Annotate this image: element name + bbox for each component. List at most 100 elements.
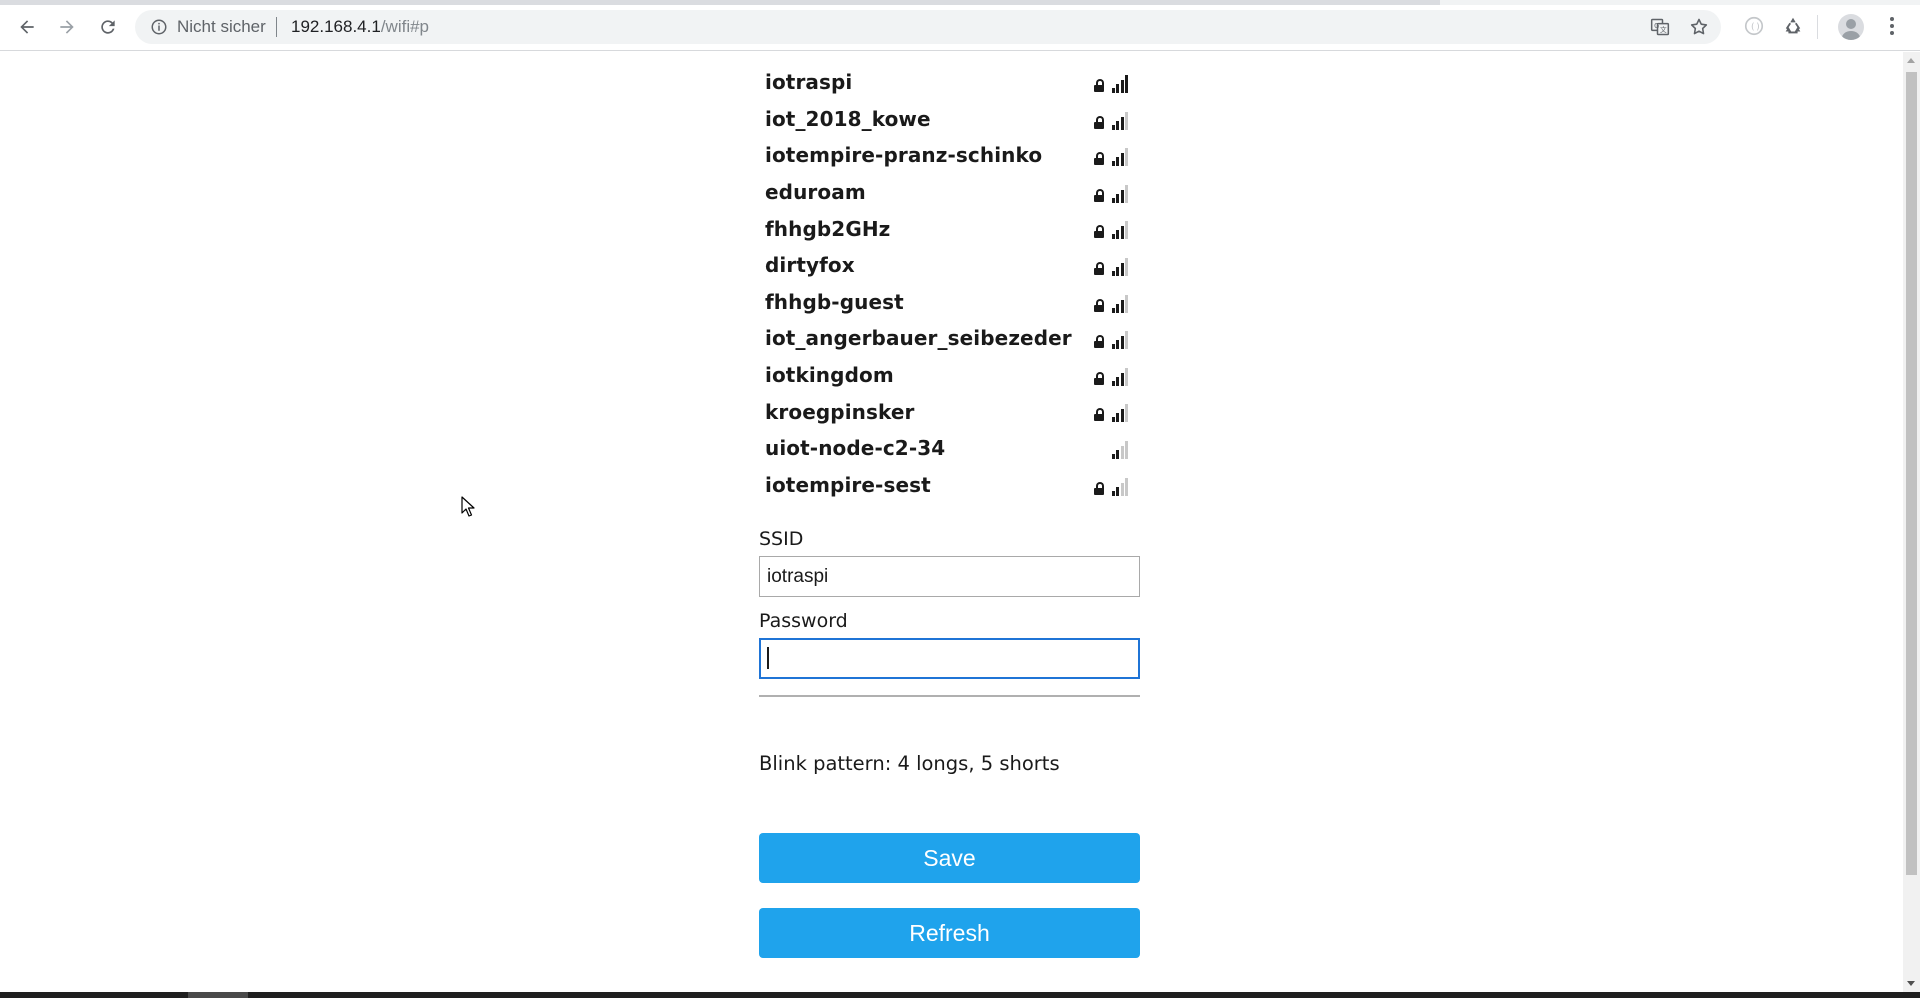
network-item[interactable]: eduroam [759,174,1140,211]
forward-button[interactable] [54,14,80,40]
browser-toolbar: Nicht sicher 192.168.4.1/wifi#p G 文 () [0,0,1920,51]
back-button[interactable] [14,14,40,40]
lock-icon [1094,115,1104,129]
page-scrollbar[interactable] [1903,52,1920,992]
network-status [1094,476,1128,496]
network-ssid[interactable]: iotempire-pranz-schinko [765,143,1042,167]
network-status [1094,219,1128,240]
bookmark-star-icon[interactable] [1689,17,1709,37]
page-load-progress-fill [0,0,1440,5]
signal-strength-icon [1110,257,1128,276]
network-status [1094,110,1128,130]
reload-icon [101,20,115,34]
signal-strength-icon [1110,184,1128,203]
network-item[interactable]: uiot-node-c2-34 [759,430,1140,467]
svg-text:(): () [1750,22,1761,33]
network-status [1094,366,1128,386]
lock-icon [1094,481,1104,495]
arrow-right-icon [60,20,74,34]
network-ssid[interactable]: uiot-node-c2-34 [765,436,945,460]
network-ssid[interactable]: iot_angerbauer_seibezeder [765,326,1072,350]
network-item[interactable]: iot_2018_kowe [759,101,1140,138]
network-ssid[interactable]: fhhgb-guest [765,290,904,314]
avatar-body [1842,31,1860,40]
scroll-up-arrow-icon[interactable] [1907,58,1915,63]
network-status [1094,73,1128,93]
lock-icon [1094,188,1104,202]
network-item[interactable]: kroegpinsker [759,393,1140,430]
network-status [1094,329,1128,350]
svg-text:G: G [1654,22,1659,30]
network-ssid[interactable]: iot_2018_kowe [765,107,931,131]
network-status [1094,293,1128,313]
network-item[interactable]: fhhgb-guest [759,284,1140,321]
lock-icon [1094,298,1104,312]
password-label: Password [759,610,848,633]
network-item[interactable]: fhhgb2GHz [759,210,1140,247]
lock-icon [1094,408,1104,422]
lock-icon [1094,335,1104,349]
mouse-cursor-icon [461,496,475,517]
network-item[interactable]: iot_angerbauer_seibezeder [759,320,1140,357]
password-input[interactable] [759,638,1140,680]
browser-menu-icon[interactable] [1889,17,1895,37]
scroll-down-arrow-icon[interactable] [1907,981,1915,986]
network-item[interactable]: iotraspi [759,64,1140,101]
network-status [1094,402,1128,423]
network-item[interactable]: dirtyfox [759,247,1140,284]
wifi-config-page: iotraspi iot_2018_kowe iotempire-pranz-sch… [759,64,1140,959]
network-ssid[interactable]: dirtyfox [765,253,855,277]
lock-icon [1094,152,1104,166]
network-status [1094,256,1128,276]
signal-strength-icon [1110,440,1128,459]
translate-icon[interactable]: G 文 [1650,17,1670,37]
network-status [1110,439,1128,459]
network-item[interactable]: iotkingdom [759,357,1140,394]
network-ssid[interactable]: iotempire-sest [765,473,931,497]
scroll-thumb[interactable] [1906,72,1917,875]
network-item[interactable]: iotempire-pranz-schinko [759,137,1140,174]
lock-icon [1094,371,1104,385]
network-ssid[interactable]: fhhgb2GHz [765,217,890,241]
network-ssid[interactable]: iotraspi [765,70,852,94]
recycle-extension-icon[interactable] [1782,15,1804,37]
reload-button[interactable] [95,14,121,40]
url-text[interactable]: 192.168.4.1/wifi#p [291,17,429,37]
network-ssid[interactable]: iotkingdom [765,363,894,387]
lock-icon [1094,79,1104,92]
refresh-button[interactable]: Refresh [759,908,1140,959]
network-list: iotraspi iot_2018_kowe iotempire-pranz-sch… [759,64,1140,503]
lock-icon [1094,225,1104,239]
svg-text:文: 文 [1660,25,1667,34]
save-button[interactable]: Save [759,833,1140,884]
password-field-wrapper [759,638,1140,680]
page-load-progress [0,0,1920,5]
lock-icon [1094,261,1104,275]
ssid-input[interactable] [759,556,1140,598]
arrow-left-icon [20,20,34,34]
network-status [1094,146,1128,167]
network-item[interactable]: iotempire-sest [759,467,1140,504]
signal-strength-icon [1110,404,1128,423]
text-caret [767,647,769,670]
security-label[interactable]: Nicht sicher [177,17,266,37]
avatar-head [1846,19,1856,29]
extension-icon[interactable]: () [1743,15,1765,37]
network-ssid[interactable]: kroegpinsker [765,400,915,424]
url-host: 192.168.4.1 [291,17,381,36]
address-bar[interactable]: Nicht sicher 192.168.4.1/wifi#p G 文 [135,10,1721,44]
divider [759,695,1140,698]
profile-avatar-icon[interactable] [1838,14,1864,40]
signal-strength-icon [1110,148,1128,167]
taskbar-strip [0,992,1920,998]
network-ssid[interactable]: eduroam [765,180,866,204]
address-separator [276,17,277,37]
info-icon[interactable] [150,18,168,36]
url-path: /wifi#p [380,17,429,36]
signal-strength-icon [1110,294,1128,313]
signal-strength-icon [1110,221,1128,240]
network-status [1094,183,1128,203]
signal-strength-icon [1110,477,1128,496]
signal-strength-icon [1110,367,1128,386]
toolbar-divider [1817,15,1818,39]
